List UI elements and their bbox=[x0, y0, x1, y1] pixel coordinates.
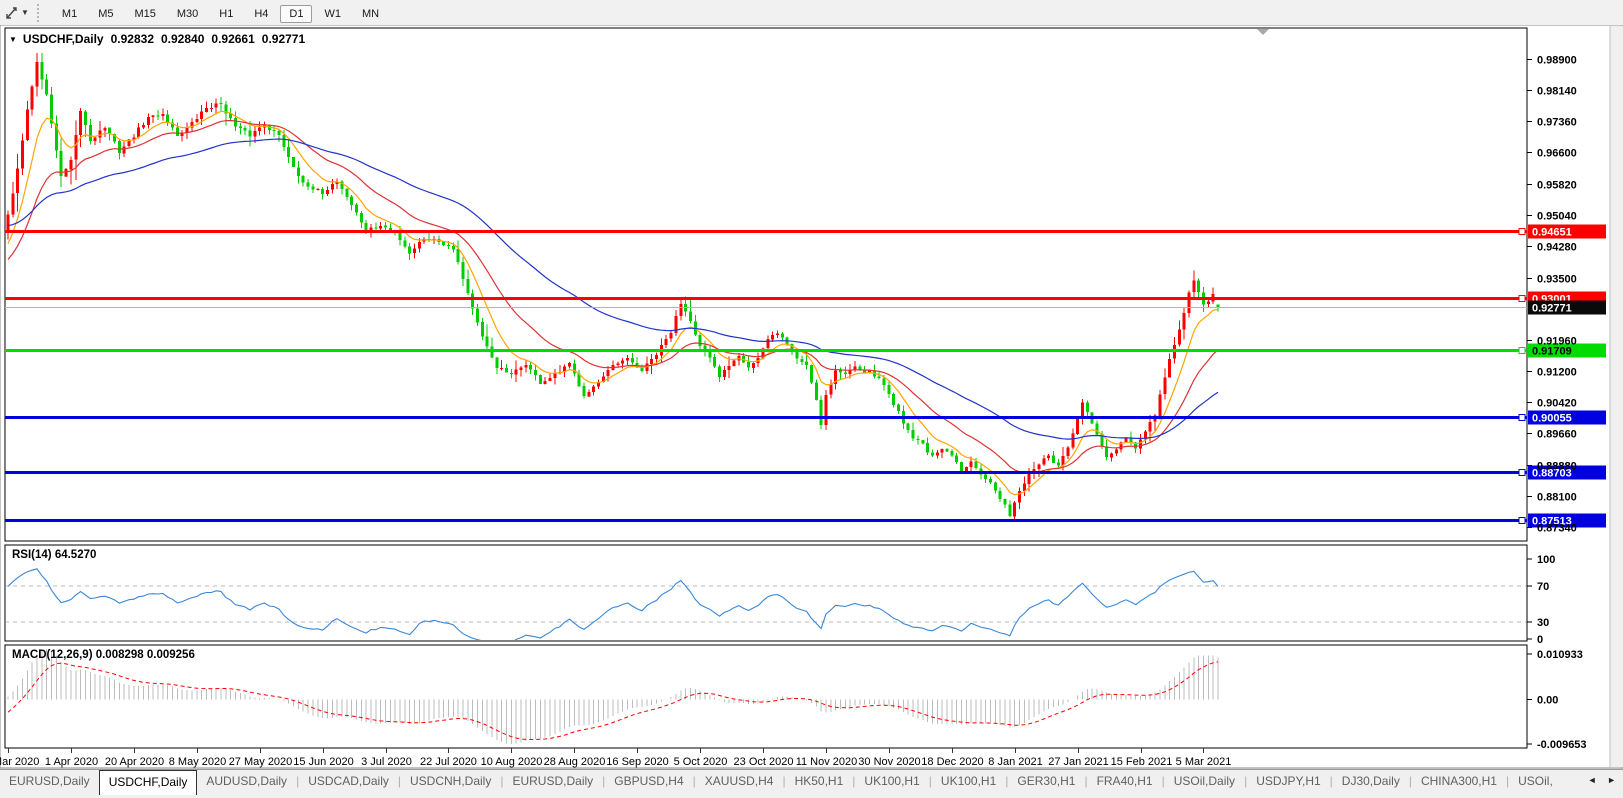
ohlc-high: 0.92840 bbox=[161, 32, 205, 46]
tab-scroll-right-icon[interactable]: ► bbox=[1607, 775, 1620, 785]
price-tick-label: 0.89660 bbox=[1537, 429, 1577, 441]
date-tick-label: 8 Jan 2021 bbox=[988, 756, 1042, 768]
rsi-tick-label: 0 bbox=[1537, 634, 1543, 646]
chart-title-row: ▼ USDCHF,Daily 0.92832 0.92840 0.92661 0.9277… bbox=[9, 32, 305, 46]
price-tick-label: 0.95040 bbox=[1537, 211, 1577, 223]
date-tick-label: 22 Jul 2020 bbox=[420, 756, 477, 768]
level-anchor-square[interactable] bbox=[1518, 414, 1526, 421]
level-anchor-square[interactable] bbox=[1518, 517, 1526, 524]
level-anchor-square[interactable] bbox=[1518, 347, 1526, 354]
rsi-tick-label: 100 bbox=[1537, 554, 1555, 566]
price-tick-label: 0.90420 bbox=[1537, 398, 1577, 410]
tab-china300-h1[interactable]: CHINA300,H1 bbox=[1412, 770, 1506, 793]
timeframe-toolbar: ▼ M1 M5 M15 M30 H1 H4 D1 W1 MN bbox=[0, 0, 1623, 25]
tab-usoil[interactable]: USOil, bbox=[1509, 770, 1562, 793]
symbol-dropdown-caret-icon[interactable]: ▼ bbox=[9, 35, 17, 44]
tab-scroll-left-icon[interactable]: ◄ bbox=[1588, 775, 1601, 785]
timeframe-button-M15[interactable]: M15 bbox=[125, 5, 164, 23]
price-tick-label: 0.98900 bbox=[1537, 55, 1577, 67]
date-tick-label: 1 Apr 2020 bbox=[45, 756, 98, 768]
rsi-label: RSI(14) 64.5270 bbox=[12, 549, 97, 561]
macd-tick-label: -0.009653 bbox=[1537, 739, 1587, 751]
price-tick-label: 0.98140 bbox=[1537, 86, 1577, 98]
date-tick-label: 20 Apr 2020 bbox=[105, 756, 164, 768]
timeframe-button-H1[interactable]: H1 bbox=[210, 5, 242, 23]
tab-usdcad-daily[interactable]: USDCAD,Daily bbox=[299, 770, 398, 793]
date-tick-label: 3 Jul 2020 bbox=[361, 756, 412, 768]
price-tick-label: 0.88100 bbox=[1537, 492, 1577, 504]
level-anchor-square[interactable] bbox=[1518, 295, 1526, 302]
right-scroll-strip[interactable] bbox=[1610, 26, 1623, 767]
rsi-tick-label: 70 bbox=[1537, 581, 1549, 593]
tab-ger30-h1[interactable]: GER30,H1 bbox=[1008, 770, 1084, 793]
date-tick-label: 23 Oct 2020 bbox=[734, 756, 794, 768]
date-tick-label: 27 Jan 2021 bbox=[1048, 756, 1109, 768]
macd-tick-label: 0.00 bbox=[1537, 695, 1558, 707]
date-tick-label: 15 Jun 2020 bbox=[293, 756, 354, 768]
date-tick-label: 11 Nov 2020 bbox=[796, 756, 858, 768]
price-tick-label: 0.94280 bbox=[1537, 242, 1577, 254]
tab-usdjpy-h1[interactable]: USDJPY,H1 bbox=[1247, 770, 1329, 793]
tab-gbpusd-h4[interactable]: GBPUSD,H4 bbox=[605, 770, 692, 793]
price-badge: 0.90055 bbox=[1532, 413, 1572, 425]
level-anchor-square[interactable] bbox=[1518, 469, 1526, 476]
crosshair-cursor-icon[interactable] bbox=[4, 5, 20, 21]
tab-audusd-daily[interactable]: AUDUSD,Daily bbox=[197, 770, 296, 793]
timeframe-button-MN[interactable]: MN bbox=[353, 5, 388, 23]
timeframe-button-M5[interactable]: M5 bbox=[89, 5, 122, 23]
tab-fra40-h1[interactable]: FRA40,H1 bbox=[1088, 770, 1162, 793]
tab-eurusd-daily[interactable]: EURUSD,Daily bbox=[0, 770, 99, 793]
date-tick-label: 13 Mar 2020 bbox=[0, 756, 39, 768]
chart-title: USDCHF,Daily bbox=[22, 32, 104, 46]
price-tick-label: 0.97360 bbox=[1537, 117, 1577, 129]
date-tick-label: 15 Feb 2021 bbox=[1111, 756, 1173, 768]
tab-dj30-daily[interactable]: DJ30,Daily bbox=[1333, 770, 1409, 793]
tab-xauusd-h4[interactable]: XAUUSD,H4 bbox=[696, 770, 783, 793]
macd-tick-label: 0.010933 bbox=[1537, 649, 1583, 661]
price-tick-label: 0.91200 bbox=[1537, 367, 1577, 379]
ohlc-low: 0.92661 bbox=[211, 32, 255, 46]
tab-hk50-h1[interactable]: HK50,H1 bbox=[786, 770, 853, 793]
ohlc-open: 0.92832 bbox=[110, 32, 154, 46]
timeframe-button-D1[interactable]: D1 bbox=[280, 4, 313, 23]
date-tick-label: 5 Mar 2021 bbox=[1176, 756, 1232, 768]
level-anchor-square[interactable] bbox=[1518, 228, 1526, 235]
tab-uk100-h1[interactable]: UK100,H1 bbox=[855, 770, 928, 793]
tab-usdcnh-daily[interactable]: USDCNH,Daily bbox=[401, 770, 500, 793]
rsi-tick-label: 30 bbox=[1537, 617, 1549, 629]
tab-usdchf-daily[interactable]: USDCHF,Daily bbox=[98, 770, 198, 795]
toolbar-dropdown-caret-icon[interactable]: ▼ bbox=[21, 8, 29, 17]
tab-usoil-daily[interactable]: USOil,Daily bbox=[1165, 770, 1244, 793]
timeframe-button-M30[interactable]: M30 bbox=[168, 5, 207, 23]
timeframe-buttons: M1 M5 M15 M30 H1 H4 D1 W1 MN bbox=[53, 4, 391, 23]
timeframe-button-H4[interactable]: H4 bbox=[245, 5, 277, 23]
chart-canvas[interactable]: 0.946510.930010.927710.917090.900550.887… bbox=[0, 0, 1623, 797]
tab-eurusd-daily[interactable]: EURUSD,Daily bbox=[503, 770, 602, 793]
timeframe-button-W1[interactable]: W1 bbox=[315, 5, 350, 23]
date-tick-label: 10 Aug 2020 bbox=[481, 756, 543, 768]
tab-uk100-h1[interactable]: UK100,H1 bbox=[932, 770, 1005, 793]
ohlc-close: 0.92771 bbox=[261, 32, 306, 46]
date-tick-label: 27 May 2020 bbox=[229, 756, 293, 768]
macd-label: MACD(12,26,9) 0.008298 0.009256 bbox=[12, 649, 195, 661]
price-tick-label: 0.91960 bbox=[1537, 336, 1577, 348]
date-tick-label: 30 Nov 2020 bbox=[858, 756, 920, 768]
price-tick-label: 0.87340 bbox=[1537, 523, 1577, 535]
date-tick-label: 18 Dec 2020 bbox=[921, 756, 983, 768]
toolbar-grip bbox=[36, 3, 45, 22]
price-badge: 0.92771 bbox=[1532, 303, 1572, 315]
symbol-tab-bar: EURUSD,Daily USDCHF,Daily AUDUSD,Daily | USD… bbox=[0, 769, 1623, 798]
price-tick-label: 0.93500 bbox=[1537, 274, 1577, 286]
date-tick-label: 28 Aug 2020 bbox=[544, 756, 606, 768]
price-tick-label: 0.88880 bbox=[1537, 461, 1577, 473]
price-tick-label: 0.95820 bbox=[1537, 180, 1577, 192]
date-tick-label: 5 Oct 2020 bbox=[674, 756, 728, 768]
date-tick-label: 8 May 2020 bbox=[169, 756, 226, 768]
price-badge: 0.94651 bbox=[1532, 227, 1572, 239]
price-tick-label: 0.96600 bbox=[1537, 148, 1577, 160]
timeframe-button-M1[interactable]: M1 bbox=[53, 5, 86, 23]
date-tick-label: 16 Sep 2020 bbox=[606, 756, 668, 768]
